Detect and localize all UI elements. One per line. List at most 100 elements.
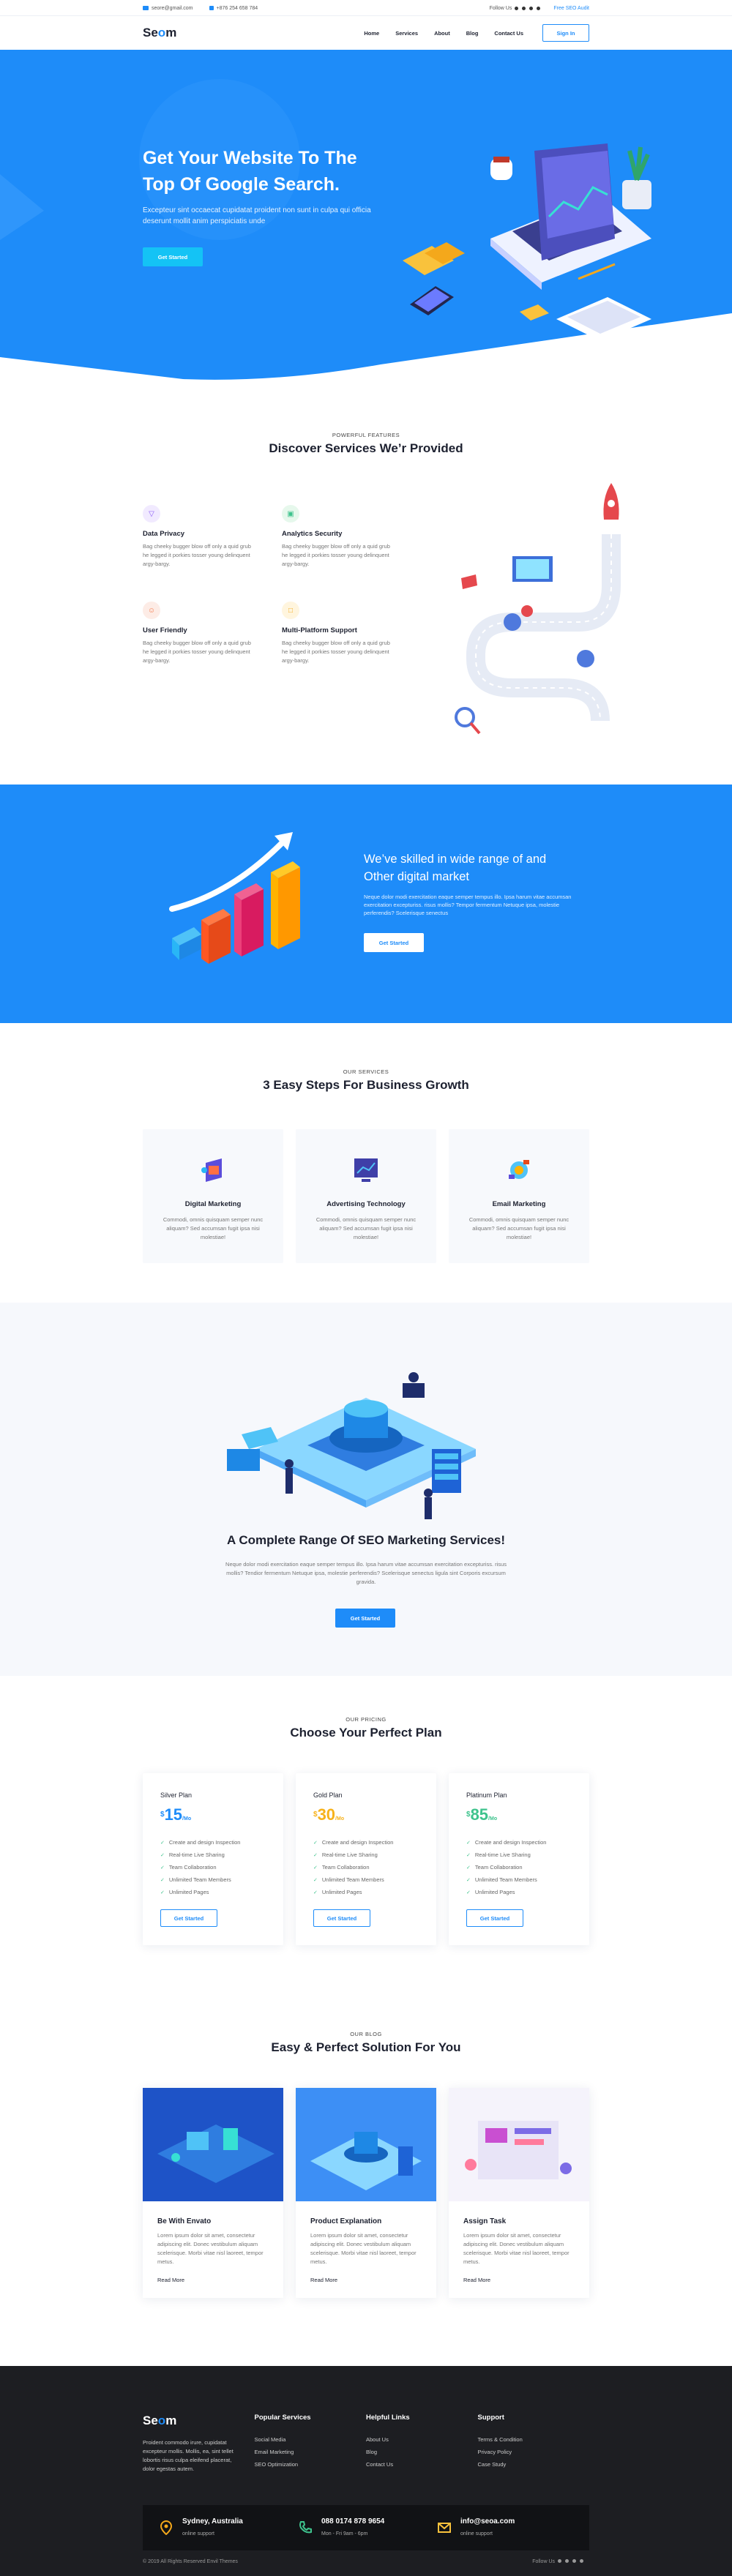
pinterest-icon[interactable] xyxy=(529,6,534,10)
plan-feature: Team Collaboration xyxy=(160,1862,283,1874)
copyright: © 2019 All Rights Reserved Envil Themes xyxy=(143,2559,238,2564)
plan-get-started-button[interactable]: Get Started xyxy=(466,1909,523,1927)
post-text: Lorem ipsum dolor sit amet, consectetur … xyxy=(463,2232,569,2265)
plan-feature: Create and design Inspection xyxy=(313,1837,436,1849)
card-text: Commodi, omnis quisquam semper nunc aliq… xyxy=(468,1216,569,1240)
logo-part: Se xyxy=(143,2414,158,2427)
nav-home[interactable]: Home xyxy=(364,30,379,37)
features-section: POWERFUL FEATURES Discover Services We’r… xyxy=(0,432,732,735)
read-more-link[interactable]: Read More xyxy=(157,2277,269,2283)
nav-contact[interactable]: Contact Us xyxy=(494,30,523,37)
blog-title: Easy & Perfect Solution For You xyxy=(271,2040,461,2054)
feature-item: ▣ Analytics Security Bag cheeky bugger b… xyxy=(282,505,421,569)
plan-get-started-button[interactable]: Get Started xyxy=(313,1909,370,1927)
logo[interactable]: Seom xyxy=(143,26,176,40)
plan-feature: Real-time Live Sharing xyxy=(160,1849,283,1862)
service-card[interactable]: Advertising Technology Commodi, omnis qu… xyxy=(296,1129,436,1263)
footer-col: Helpful Links About Us Blog Contact Us xyxy=(366,2414,478,2474)
footer-link[interactable]: Blog xyxy=(366,2446,478,2458)
skilled-get-started-button[interactable]: Get Started xyxy=(364,933,424,952)
steps-kicker: OUR SERVICES xyxy=(343,1068,389,1075)
contact-sub: online support xyxy=(460,2531,493,2536)
read-more-link[interactable]: Read More xyxy=(310,2277,422,2283)
range-title: A Complete Range Of SEO Marketing Servic… xyxy=(226,1533,506,1547)
facebook-icon[interactable] xyxy=(558,2559,561,2563)
plan-price: $30/Mo xyxy=(313,1806,436,1828)
skilled-section: We’ve skilled in wide range of and Other… xyxy=(0,785,732,1023)
contact-phone: 088 0174 878 9654 Mon - Fri 9am - 6pm xyxy=(298,2517,437,2539)
pricing-title: Choose Your Perfect Plan xyxy=(290,1726,442,1740)
roadmap-illustration xyxy=(455,483,621,735)
plan-name: Platinum Plan xyxy=(466,1791,507,1799)
footer-link[interactable]: Case Study xyxy=(478,2458,590,2471)
topbar-phone[interactable]: +876 254 658 784 xyxy=(217,6,258,11)
footer-col: Popular Services Social Media Email Marke… xyxy=(255,2414,367,2474)
pinterest-icon[interactable] xyxy=(572,2559,576,2563)
service-card[interactable]: Email Marketing Commodi, omnis quisquam … xyxy=(449,1129,589,1263)
logo-part: m xyxy=(165,26,177,40)
footer-link[interactable]: SEO Optimization xyxy=(255,2458,367,2471)
digital-marketing-icon xyxy=(201,1158,222,1182)
feature-text: Bag cheeky bugger blow off only a quid g… xyxy=(282,640,390,664)
blog-post[interactable]: Assign Task Lorem ipsum dolor sit amet, c… xyxy=(449,2088,589,2298)
twitter-icon[interactable] xyxy=(565,2559,569,2563)
service-card[interactable]: Digital Marketing Commodi, omnis quisqua… xyxy=(143,1129,283,1263)
footer-link[interactable]: Social Media xyxy=(255,2433,367,2446)
feature-title: Data Privacy xyxy=(143,530,185,538)
plan-feature: Unlimited Pages xyxy=(466,1887,589,1899)
footer-col: Support Terms & Condition Privacy Policy C… xyxy=(478,2414,590,2474)
footer-col-title: Support xyxy=(477,2414,504,2422)
logo-part: Se xyxy=(143,26,158,40)
advertising-technology-icon xyxy=(354,1158,378,1182)
footer-link[interactable]: Privacy Policy xyxy=(478,2446,590,2458)
plan-price: $15/Mo xyxy=(160,1806,283,1828)
signin-button[interactable]: Sign In xyxy=(542,24,589,42)
blog-post[interactable]: Product Explanation Lorem ipsum dolor sit… xyxy=(296,2088,436,2298)
feature-item: ☺ User Friendly Bag cheeky bugger blow o… xyxy=(143,602,282,665)
instagram-icon[interactable] xyxy=(537,6,541,10)
seo-services-illustration xyxy=(227,1372,476,1519)
nav-services[interactable]: Services xyxy=(395,30,418,37)
feature-text: Bag cheeky bugger blow off only a quid g… xyxy=(143,543,251,567)
blog-post[interactable]: Be With Envato Lorem ipsum dolor sit amet… xyxy=(143,2088,283,2298)
mail-icon xyxy=(143,6,149,10)
footer-logo[interactable]: Seom xyxy=(143,2414,255,2428)
topbar: seore@gmail.com +876 254 658 784 Follow … xyxy=(0,0,732,16)
footer-link[interactable]: Email Marketing xyxy=(255,2446,367,2458)
footer-link[interactable]: Terms & Condition xyxy=(478,2433,590,2446)
topbar-email[interactable]: seore@gmail.com xyxy=(152,6,193,11)
footer-follow-label: Follow Us xyxy=(532,2559,555,2564)
instagram-icon[interactable] xyxy=(580,2559,583,2563)
plan-feature: Team Collaboration xyxy=(466,1862,589,1874)
post-title: Product Explanation xyxy=(310,2217,382,2225)
nav-about[interactable]: About xyxy=(434,30,450,37)
contact-main[interactable]: 088 0174 878 9654 xyxy=(321,2517,384,2526)
free-audit-link[interactable]: Free SEO Audit xyxy=(553,6,589,11)
contact-main[interactable]: info@seoa.com xyxy=(460,2517,515,2526)
footer-about-text: Proident commodo irure, cupidatat except… xyxy=(143,2439,234,2472)
plan-price: $85/Mo xyxy=(466,1806,589,1828)
plan-period: /Mo xyxy=(182,1816,192,1821)
features-title: Discover Services We’r Provided xyxy=(269,441,463,455)
plan-period: /Mo xyxy=(488,1816,498,1821)
location-pin-icon xyxy=(160,2520,173,2535)
twitter-icon[interactable] xyxy=(522,6,526,10)
logo-part: o xyxy=(157,26,166,40)
plan-get-started-button[interactable]: Get Started xyxy=(160,1909,217,1927)
feature-title: Multi-Platform Support xyxy=(282,626,357,634)
footer-link[interactable]: About Us xyxy=(366,2433,478,2446)
plan-period: /Mo xyxy=(335,1816,345,1821)
nav-blog[interactable]: Blog xyxy=(466,30,479,37)
footer-link[interactable]: Contact Us xyxy=(366,2458,478,2471)
plan-feature: Team Collaboration xyxy=(313,1862,436,1874)
plan-feature: Unlimited Team Members xyxy=(466,1874,589,1887)
read-more-link[interactable]: Read More xyxy=(463,2277,575,2283)
feature-title: User Friendly xyxy=(143,626,187,634)
footer-col-title: Popular Services xyxy=(254,2414,311,2422)
feature-item: ▽ Data Privacy Bag cheeky bugger blow of… xyxy=(143,505,282,569)
hero-get-started-button[interactable]: Get Started xyxy=(143,247,203,266)
range-get-started-button[interactable]: Get Started xyxy=(335,1609,395,1628)
plan-amount: 15 xyxy=(164,1805,183,1824)
facebook-icon[interactable] xyxy=(515,6,519,10)
blog-section: OUR BLOG Easy & Perfect Solution For You… xyxy=(0,2031,732,2298)
